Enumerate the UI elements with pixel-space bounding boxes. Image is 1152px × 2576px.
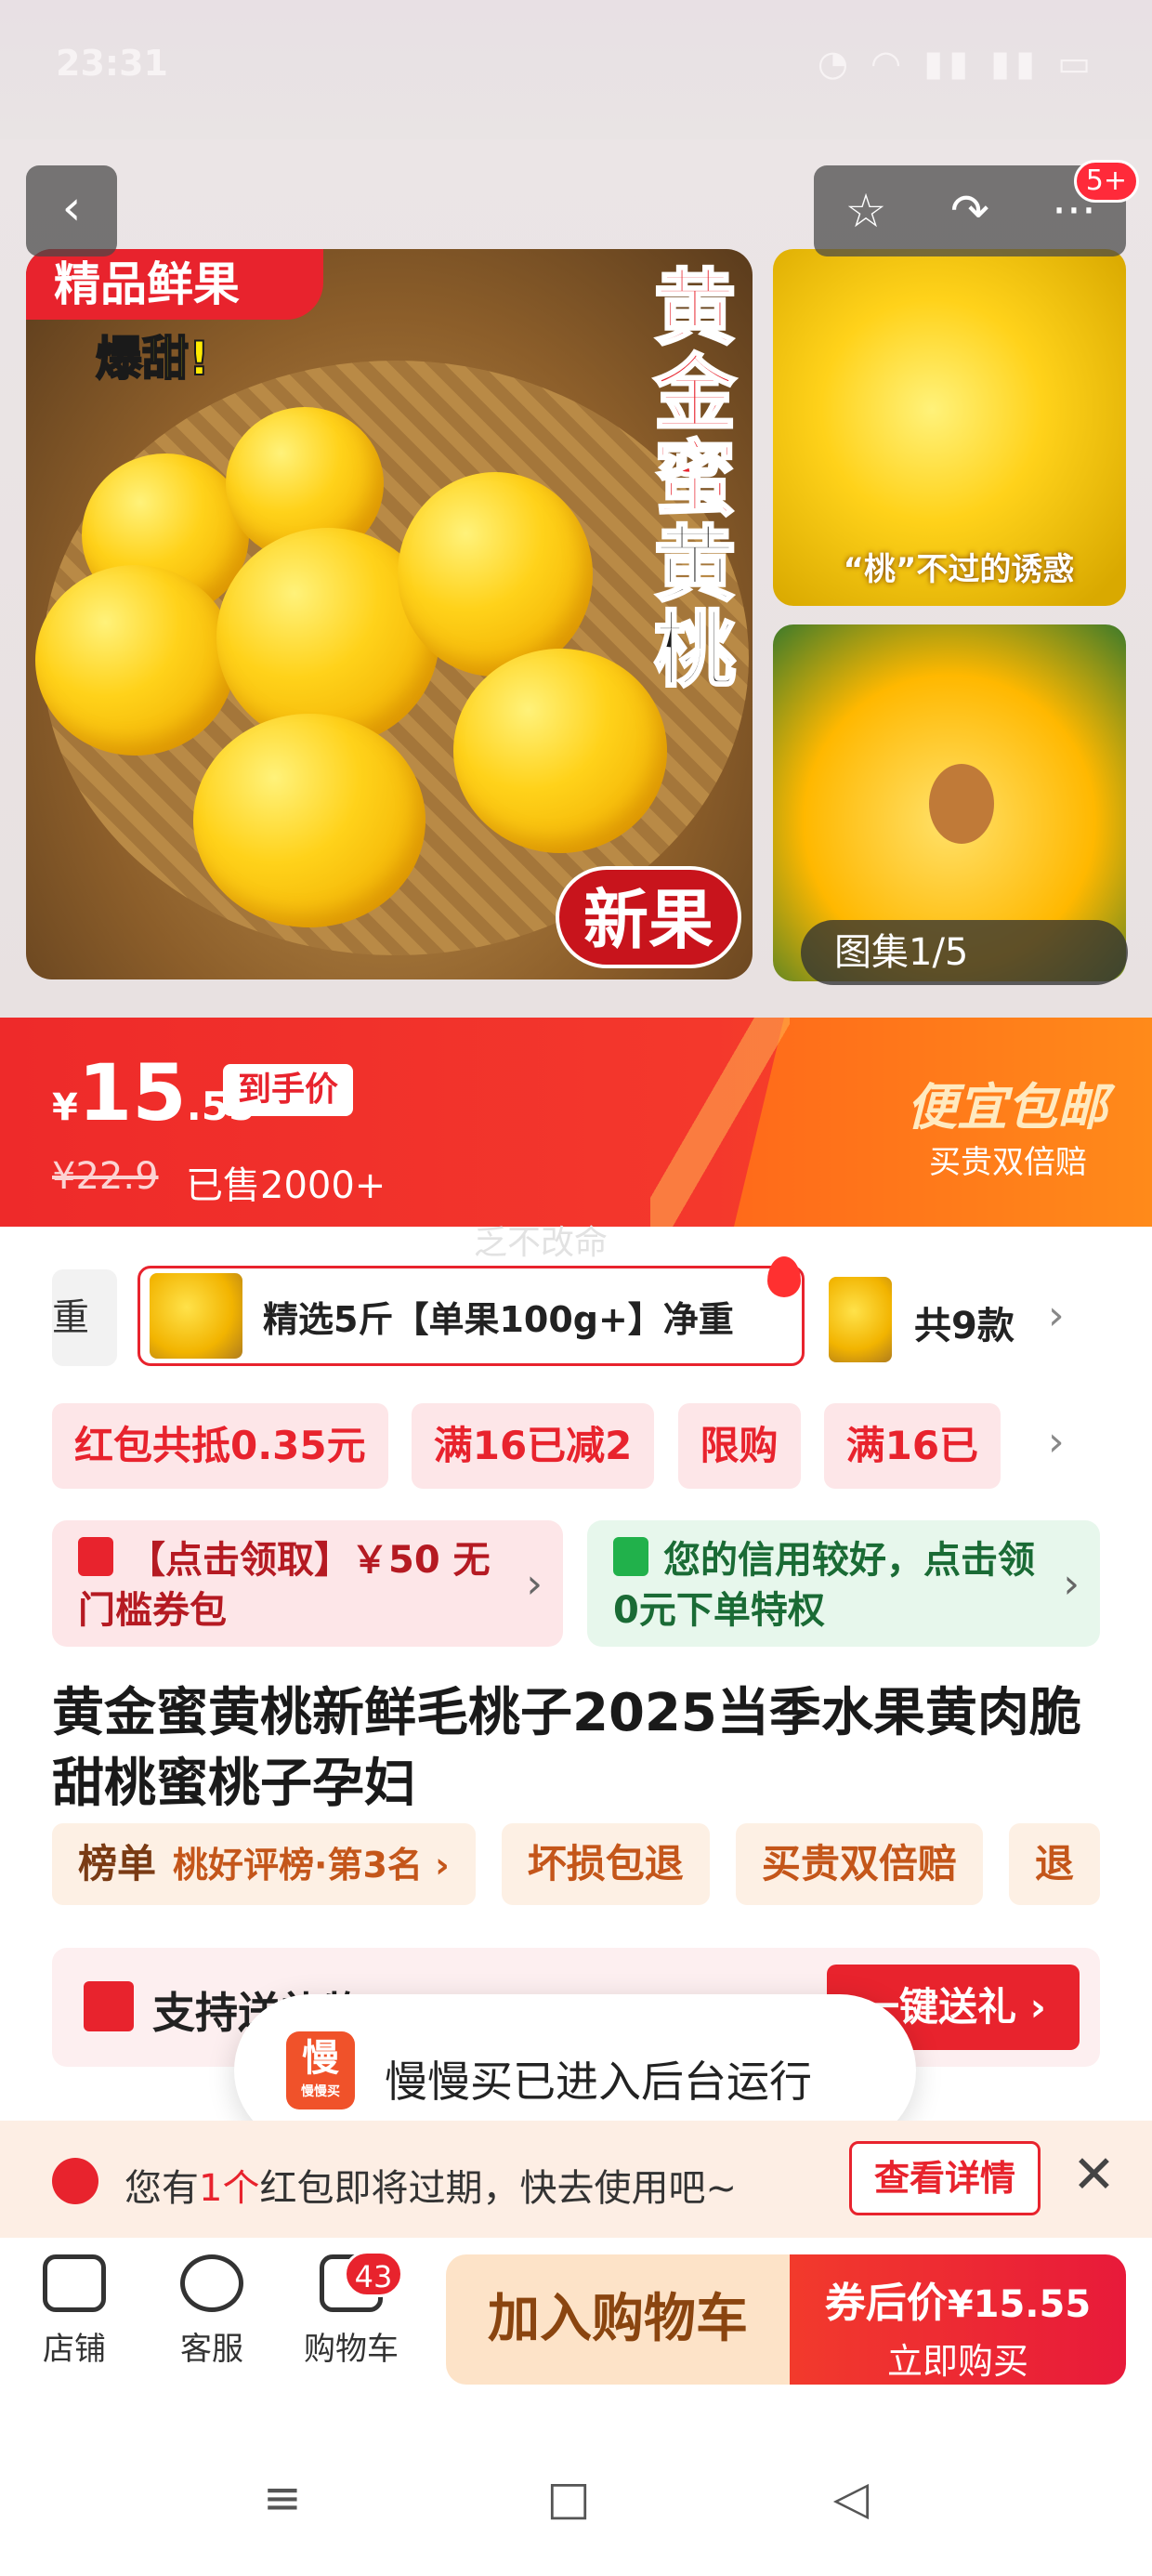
view-details-button[interactable]: 查看详情	[849, 2141, 1041, 2215]
photo-title: 黄金蜜 黄桃	[647, 264, 743, 694]
lightning-graphic	[650, 1018, 790, 1227]
original-price: ¥22.9	[52, 1155, 159, 1198]
store-button[interactable]: 店铺	[19, 2254, 130, 2369]
customer-service-button[interactable]: 客服	[156, 2254, 268, 2369]
sku-option-previous[interactable]: 重	[52, 1269, 117, 1366]
peach-seed-graphic	[929, 764, 994, 844]
sku-option-selected[interactable]: 精选5斤【单果100g+】净重	[137, 1266, 805, 1366]
coupon-chips: 红包共抵0.35元 满16已减2 限购 满16已	[52, 1403, 1074, 1489]
peach-graphic	[398, 472, 593, 677]
chevron-right-icon[interactable]: ›	[1048, 1292, 1065, 1339]
coupon-chip[interactable]: 限购	[677, 1403, 801, 1489]
back-button[interactable]: ‹	[26, 165, 117, 256]
notice-highlight: 1个	[199, 2167, 260, 2210]
share-icon[interactable]: ↷	[928, 184, 1012, 238]
buy-price-value: ¥15.55	[947, 2283, 1092, 2326]
add-to-cart-button[interactable]: 加入购物车	[446, 2254, 790, 2385]
cart-count-badge: 43	[344, 2251, 403, 2297]
shopping-bag-icon	[613, 1537, 648, 1576]
notice-text: 您有1个红包即将过期，快去使用吧~	[124, 2158, 737, 2212]
red-packet-notice: 您有1个红包即将过期，快去使用吧~ 查看详情 ✕	[0, 2121, 1152, 2238]
store-icon	[43, 2254, 106, 2312]
gallery-counter[interactable]: 图集1/5	[801, 920, 1128, 985]
coupon-pack-card[interactable]: 【点击领取】￥50 无门槛券包 ›	[52, 1520, 563, 1647]
toast-text: 慢慢买已进入后台运行	[385, 2057, 812, 2107]
peach-graphic	[35, 565, 235, 756]
buy-now-label: 立即购买	[886, 2341, 1028, 2382]
app-logo-icon: 慢 慢慢买	[286, 2031, 355, 2109]
thumb-caption: “桃”不过的诱惑	[843, 551, 1075, 588]
service-label: 客服	[180, 2331, 243, 2368]
system-navigation-bar: ≡ □ ◁	[0, 2416, 1152, 2576]
hot-flame-icon	[767, 1256, 801, 1297]
chevron-right-icon[interactable]: ›	[1048, 1418, 1065, 1465]
promo-title: 便宜包邮	[907, 1078, 1107, 1137]
main-product-photo[interactable]: 精品鲜果 爆甜! 黄金蜜 黄桃 新果	[26, 249, 753, 979]
cart-label: 购物车	[304, 2331, 399, 2368]
coupon-icon	[78, 1537, 113, 1576]
status-time: 23:31	[56, 43, 168, 84]
sku-selector: 重 精选5斤【单果100g+】净重 共9款 ›	[0, 1256, 1152, 1373]
service-badges: 榜单 桃好评榜·第3名 › 坏损包退 买贵双倍赔退	[52, 1823, 1152, 1905]
ranking-badge[interactable]: 榜单 桃好评榜·第3名 ›	[52, 1823, 476, 1905]
credit-privilege-text: 您的信用较好，点击领0元下单特权	[613, 1539, 1035, 1632]
app-logo-char: 慢	[302, 2037, 339, 2080]
coupon-pack-text: 【点击领取】￥50 无门槛券包	[78, 1539, 491, 1632]
ranking-label: 榜单	[78, 1841, 157, 1886]
price-integer: 15	[77, 1047, 187, 1138]
clock-icon	[52, 2158, 98, 2204]
credit-privilege-card[interactable]: 您的信用较好，点击领0元下单特权 ›	[587, 1520, 1100, 1647]
new-fruit-badge: 新果	[556, 866, 741, 968]
back-nav-icon[interactable]: ◁	[823, 2470, 879, 2526]
service-badge[interactable]: 退	[1008, 1823, 1100, 1905]
sweet-tag: 爆甜!	[95, 331, 211, 387]
peach-graphic	[193, 714, 425, 927]
sku-thumbnail-next[interactable]	[829, 1277, 892, 1362]
menu-icon[interactable]: ≡	[255, 2470, 310, 2526]
price-banner: ¥15.55 到手价 ¥22.9 已售2000+ 便宜包邮 买贵双倍赔	[0, 1018, 1152, 1227]
coupon-chip[interactable]: 满16已	[823, 1403, 1001, 1489]
price-currency: ¥	[52, 1086, 78, 1129]
watermark: 乏不改命	[474, 1224, 609, 1262]
premium-tag: 精品鲜果	[26, 249, 323, 320]
sold-count: 已售2000+	[186, 1164, 386, 1207]
gallery-thumb-1[interactable]: “桃”不过的诱惑	[773, 249, 1126, 606]
final-price-tag: 到手价	[223, 1064, 354, 1116]
notice-post: 红包即将过期，快去使用吧~	[259, 2167, 737, 2210]
gift-icon	[84, 1981, 134, 2031]
sku-label: 精选5斤【单果100g+】净重	[263, 1298, 734, 1340]
promo-subtitle: 买贵双倍赔	[929, 1144, 1087, 1181]
buy-price-label: 券后价	[824, 2280, 948, 2327]
sku-count[interactable]: 共9款	[914, 1295, 1015, 1349]
sku-thumbnail	[150, 1273, 242, 1359]
peach-graphic	[453, 649, 667, 853]
service-badge[interactable]: 坏损包退	[501, 1823, 710, 1905]
close-icon[interactable]: ✕	[1072, 2145, 1116, 2205]
home-icon[interactable]: □	[541, 2470, 596, 2526]
notice-pre: 您有	[124, 2167, 199, 2210]
service-badge[interactable]: 买贵双倍赔	[735, 1823, 983, 1905]
chevron-right-icon: ›	[526, 1560, 543, 1608]
buy-now-button[interactable]: 券后价¥15.55 立即购买	[790, 2254, 1126, 2385]
store-label: 店铺	[43, 2331, 106, 2368]
buy-price-line: 券后价¥15.55	[790, 2254, 1126, 2329]
photo-title-black: 黄桃	[652, 517, 737, 698]
favorite-icon[interactable]: ☆	[824, 184, 908, 238]
chat-smile-icon	[180, 2254, 243, 2312]
status-bar: 23:31 ◔ ◠ ▮▮ ▮▮ ▭	[0, 0, 1152, 139]
ranking-text: 桃好评榜·第3名 ›	[173, 1845, 450, 1886]
chevron-right-icon: ›	[1063, 1560, 1080, 1608]
message-badge: 5+	[1073, 160, 1139, 203]
product-title: 黄金蜜黄桃新鲜毛桃子2025当季水果黄肉脆甜桃蜜桃子孕妇	[52, 1683, 1081, 1814]
coupon-chip[interactable]: 红包共抵0.35元	[52, 1403, 388, 1489]
app-logo-sub: 慢慢买	[301, 2084, 340, 2099]
status-icons: ◔ ◠ ▮▮ ▮▮ ▭	[817, 43, 1096, 84]
coupon-chip[interactable]: 满16已减2	[411, 1403, 655, 1489]
photo-title-red: 黄金蜜	[652, 260, 737, 527]
